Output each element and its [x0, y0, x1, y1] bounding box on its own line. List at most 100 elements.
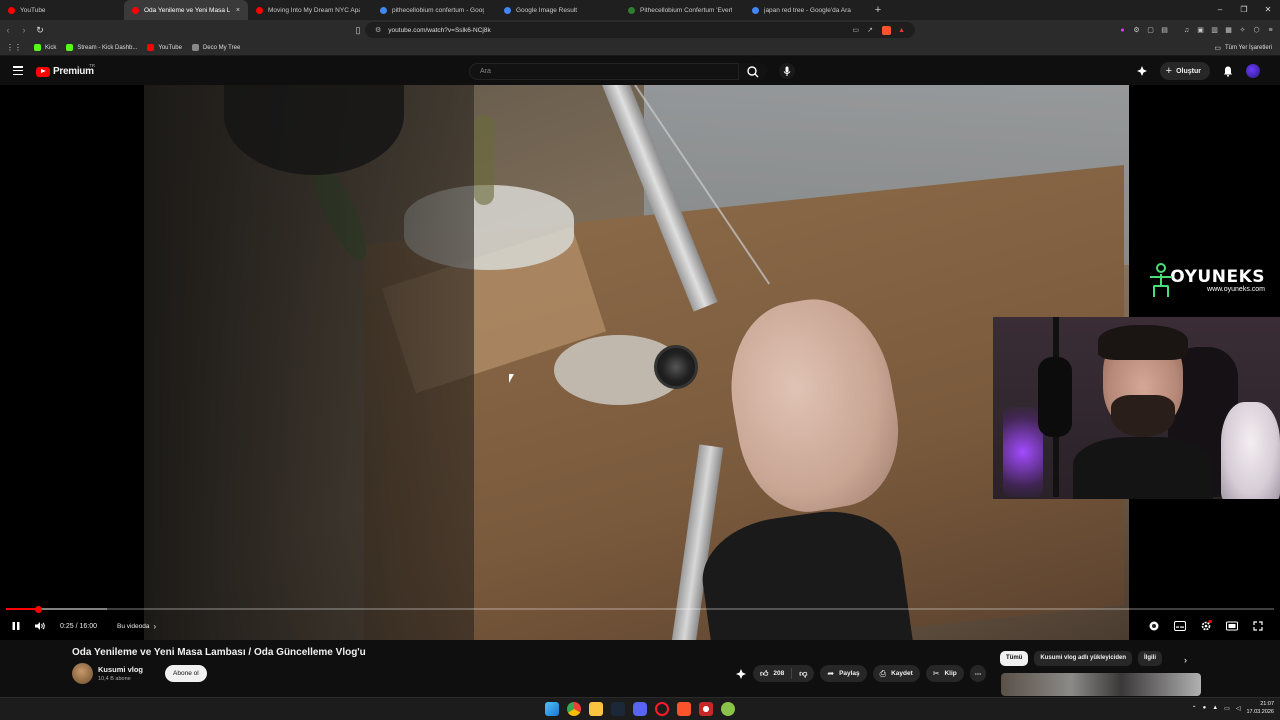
channel-name[interactable]: Kusumi vlog [98, 665, 143, 674]
browser-tab[interactable]: YouTube [0, 0, 124, 20]
bookmark-label: Deco My Tree [202, 44, 241, 51]
gemini-icon[interactable] [1136, 65, 1148, 77]
extension-icon[interactable]: ▢ [1145, 25, 1156, 36]
minimize-icon[interactable]: – [1208, 0, 1232, 20]
settings-button[interactable] [1194, 615, 1218, 637]
browser-tab[interactable]: Pithecellobium Confertum 'Everfres [620, 0, 744, 20]
progress-bar[interactable] [6, 605, 1274, 613]
forward-icon[interactable]: › [16, 25, 32, 35]
video-player[interactable]: OYUNEKS www.oyuneks.com [0, 85, 1280, 640]
theater-mode-button[interactable] [1220, 615, 1244, 637]
extension-icon[interactable]: ▣ [1195, 25, 1206, 36]
bookmark-save-icon: ⎙ [879, 668, 887, 678]
media-icon[interactable]: ♫ [1181, 25, 1192, 36]
start-icon[interactable] [545, 702, 559, 716]
back-icon[interactable]: ‹ [0, 25, 16, 35]
site-info-icon[interactable]: ⚙ [375, 26, 381, 34]
sponsor-url: www.oyuneks.com [1207, 286, 1265, 293]
chevron-right-icon[interactable]: › [1184, 655, 1187, 665]
app-icon[interactable]: ● [1203, 705, 1207, 711]
extension-icon[interactable]: ● [1117, 25, 1128, 36]
app-icon[interactable] [721, 702, 735, 716]
share-icon[interactable]: ↗ [867, 26, 873, 34]
subtitles-button[interactable] [1168, 615, 1192, 637]
file-explorer-icon[interactable] [589, 702, 603, 716]
new-tab-button[interactable]: + [868, 4, 888, 16]
opera-icon[interactable] [655, 702, 669, 716]
tab-label: Moving Into My Dream NYC Apartm [268, 6, 360, 14]
tray-overflow-icon[interactable]: ⌃ [1192, 705, 1197, 712]
chapter-button[interactable]: Bu videoda › [117, 622, 156, 631]
wallet-icon[interactable]: ▦ [1223, 25, 1234, 36]
tab-close-icon[interactable]: × [236, 7, 240, 14]
player-right-controls [1142, 615, 1270, 637]
restore-icon[interactable]: ❐ [1232, 0, 1256, 20]
tab-favicon-icon [256, 6, 263, 14]
browser-tab[interactable]: japan red tree - Google'da Ara [744, 0, 868, 20]
close-window-icon[interactable]: ✕ [1256, 0, 1280, 20]
bookmark-item[interactable]: YouTube [147, 44, 182, 51]
create-button[interactable]: + Oluştur [1159, 62, 1210, 80]
more-icon: ⋯ [974, 670, 982, 678]
bookmark-label: Stream - Kick Dashb... [77, 44, 138, 51]
install-icon[interactable]: ▭ [852, 26, 859, 34]
network-icon[interactable]: ▭ [1224, 705, 1230, 712]
discord-icon[interactable] [633, 702, 647, 716]
extension-icon[interactable]: ⚙ [1131, 25, 1142, 36]
bookmark-item[interactable]: Kick [34, 44, 56, 51]
chrome-icon[interactable] [567, 702, 581, 716]
browser-tab[interactable]: pithecellobium confertum - Google [372, 0, 496, 20]
sidebar-icon[interactable]: ▥ [1209, 25, 1220, 36]
app-icon[interactable]: ▲ [1212, 705, 1218, 711]
steam-icon[interactable] [611, 702, 625, 716]
clock[interactable]: 21:07 17.03.2026 [1246, 700, 1274, 716]
autoplay-toggle[interactable] [1142, 615, 1166, 637]
volume-icon[interactable]: ◁ [1236, 705, 1241, 712]
sparkle-icon[interactable] [735, 668, 747, 680]
tab-label: pithecellobium confertum - Google [392, 6, 484, 14]
like-button[interactable]: 👍︎ 208 [753, 665, 791, 682]
browser-tab[interactable]: Google Image Result [496, 0, 620, 20]
bookmark-item[interactable]: Deco My Tree [191, 44, 241, 51]
fullscreen-button[interactable] [1246, 615, 1270, 637]
vpn-icon[interactable]: ⬡ [1251, 25, 1262, 36]
guide-menu-icon[interactable] [13, 66, 23, 75]
notifications-bell-icon[interactable] [1222, 65, 1234, 77]
all-bookmarks[interactable]: ▭ Tüm Yer İşaretleri [1214, 44, 1272, 52]
pause-button[interactable] [4, 615, 28, 637]
search-button[interactable] [739, 63, 767, 80]
apps-icon[interactable]: ⋮⋮ [6, 43, 22, 52]
filter-chip[interactable]: İlgili [1138, 651, 1163, 666]
search-input[interactable]: Ara [469, 63, 739, 80]
share-label: Paylaş [839, 670, 860, 677]
brave-shield-icon[interactable] [882, 25, 891, 35]
menu-icon[interactable]: ≡ [1265, 25, 1276, 36]
subscribe-button[interactable]: Abone ol [165, 665, 207, 682]
brave-icon[interactable] [677, 702, 691, 716]
url-field[interactable]: ⚙ youtube.com/watch?v=Sslk6-NCj8k ▭ ↗ ▲ [365, 22, 915, 38]
filter-chip[interactable]: Tümü [1000, 651, 1029, 666]
rewards-icon[interactable]: ▲ [898, 27, 905, 34]
youtube-logo[interactable]: Premium [36, 66, 94, 77]
bookmark-icon[interactable]: ▯ [350, 25, 366, 36]
browser-tab[interactable]: Oda Yenileme ve Yeni Masa L × [124, 0, 248, 20]
channel-avatar[interactable] [72, 663, 93, 684]
clip-button[interactable]: ✂ Klip [925, 665, 964, 682]
volume-button[interactable] [28, 615, 52, 637]
extension-icon[interactable]: ✧ [1237, 25, 1248, 36]
scrubber-handle[interactable] [35, 605, 43, 613]
more-actions-button[interactable]: ⋯ [969, 665, 987, 682]
dislike-button[interactable]: 👎︎ [792, 665, 814, 682]
reload-icon[interactable]: ↻ [32, 25, 48, 36]
browser-tab[interactable]: Moving Into My Dream NYC Apartm [248, 0, 372, 20]
subtitles-icon [1174, 621, 1186, 631]
voice-search-button[interactable] [779, 63, 795, 79]
extension-icon[interactable]: ▤ [1159, 25, 1170, 36]
bookmark-item[interactable]: Stream - Kick Dashb... [66, 44, 137, 51]
app-icon[interactable] [699, 702, 713, 716]
save-button[interactable]: ⎙ Kaydet [872, 665, 920, 682]
filter-chip[interactable]: Kusumi vlog adlı yükleyiciden [1034, 651, 1133, 666]
account-avatar[interactable] [1246, 64, 1260, 78]
share-button[interactable]: ➦ Paylaş [820, 665, 867, 682]
related-video-thumbnails[interactable] [1001, 673, 1201, 696]
